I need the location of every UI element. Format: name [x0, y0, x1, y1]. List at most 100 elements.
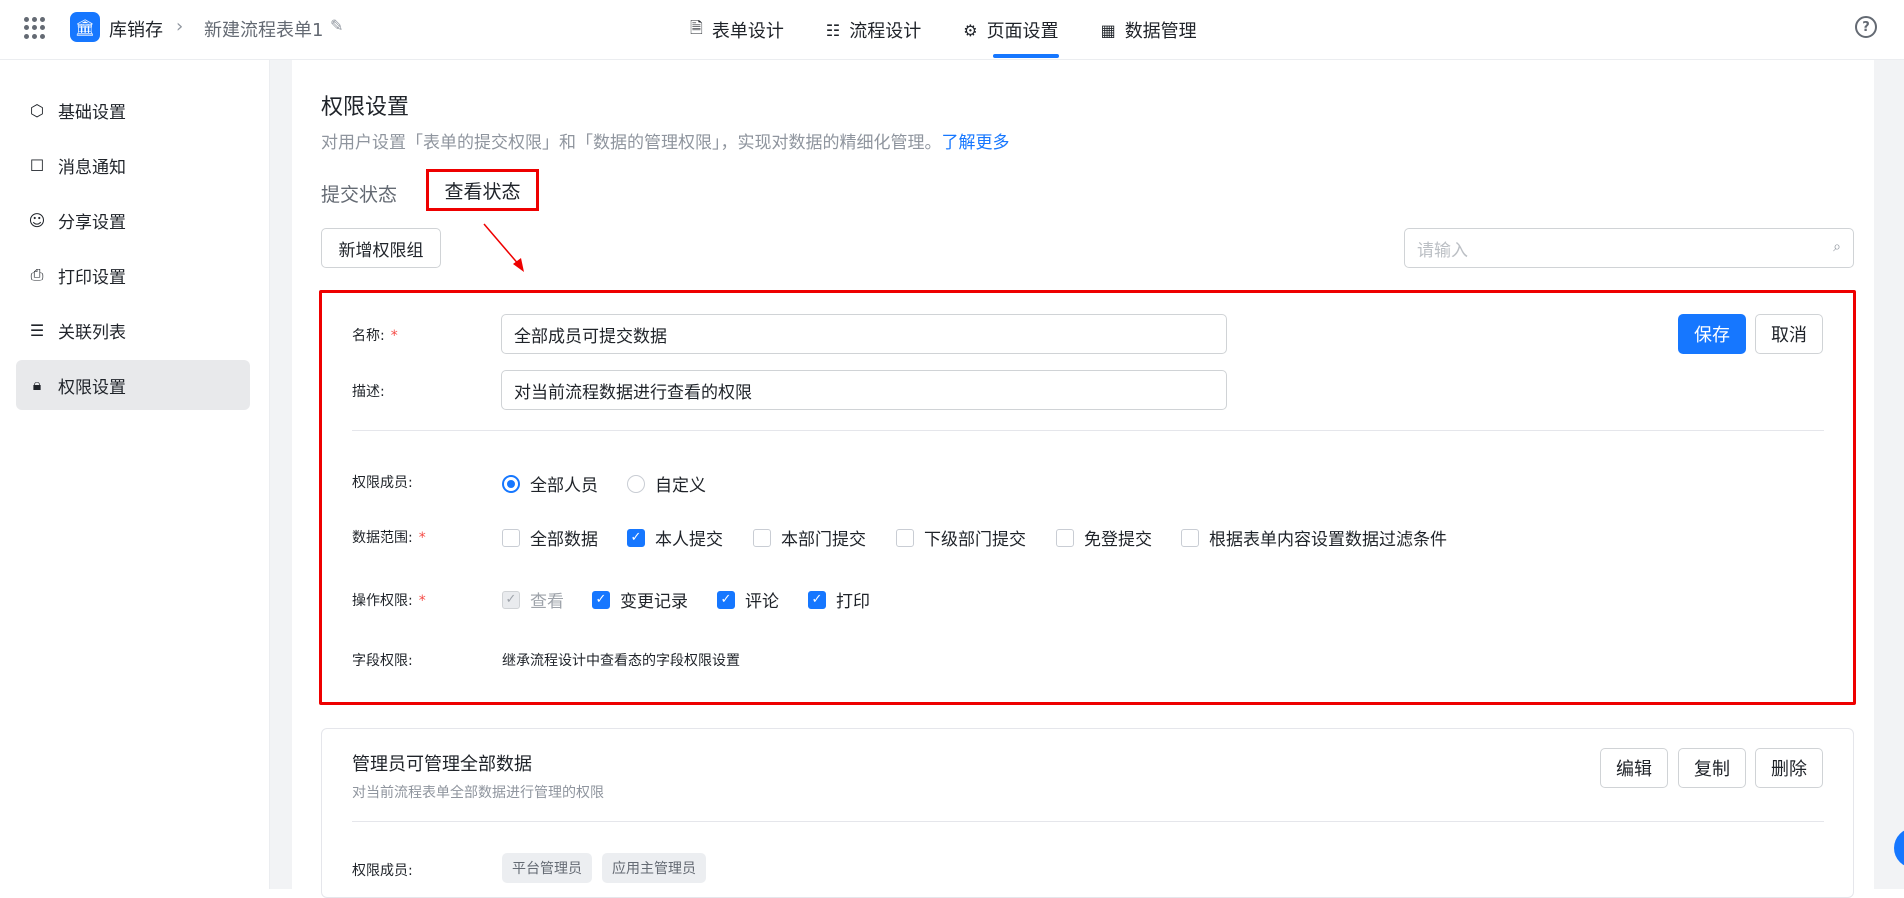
tab-submit-status[interactable]: 提交状态	[321, 180, 397, 207]
table-icon: ▦	[1100, 20, 1116, 40]
tab-label: 页面设置	[986, 21, 1059, 42]
checkbox-filter-by-form[interactable]: 根据表单内容设置数据过滤条件	[1181, 525, 1447, 550]
sidebar-item-label: 权限设置	[58, 377, 126, 398]
radio-unselected-icon	[627, 474, 645, 493]
checkbox-icon	[753, 528, 771, 547]
group-members-label: 权限成员:	[352, 863, 413, 879]
app-name[interactable]: 库销存	[109, 16, 163, 42]
checkbox-all-data[interactable]: 全部数据	[502, 525, 598, 550]
checkbox-subdept-submitted[interactable]: 下级部门提交	[896, 525, 1026, 550]
option-label: 打印	[836, 592, 870, 612]
group-description: 对当前流程表单全部数据进行管理的权限	[352, 785, 604, 801]
tab-label: 数据管理	[1124, 21, 1197, 42]
annotation-arrow	[483, 223, 524, 272]
cube-icon: ⬡	[30, 100, 44, 120]
tab-flow-design[interactable]: ☷ 流程设计	[826, 0, 921, 60]
sidebar-item-notification[interactable]: ☐ 消息通知	[16, 140, 250, 190]
divider	[352, 821, 1824, 822]
app-grid-icon[interactable]	[24, 17, 46, 39]
edit-button[interactable]: 编辑	[1600, 748, 1668, 788]
page-title: 权限设置	[321, 95, 410, 120]
sidebar-item-label: 关联列表	[58, 322, 126, 343]
option-label: 下级部门提交	[924, 530, 1026, 550]
bank-icon: 🏛	[70, 12, 100, 42]
checkbox-checked-icon: ✓	[808, 590, 826, 609]
name-value: 全部成员可提交数据	[514, 326, 667, 347]
sidebar: ⬡ 基础设置 ☐ 消息通知 ☺ 分享设置 ⎙ 打印设置 ☰ 关联列表 🔒︎ 权限…	[0, 60, 270, 889]
search-placeholder: 请输入	[1417, 240, 1468, 261]
sidebar-item-label: 打印设置	[58, 267, 126, 288]
printer-icon: ⎙	[30, 265, 44, 284]
description-input[interactable]: 对当前流程数据进行查看的权限	[501, 370, 1227, 410]
member-tag: 应用主管理员	[602, 853, 706, 883]
option-label: 自定义	[655, 476, 706, 496]
option-label: 本人提交	[655, 530, 723, 550]
option-label: 全部数据	[530, 530, 598, 550]
tab-label: 查看状态	[444, 180, 521, 203]
sidebar-item-permissions[interactable]: 🔒︎ 权限设置	[16, 360, 250, 410]
form-name: 新建流程表单1	[204, 20, 324, 41]
checkbox-self-submitted[interactable]: ✓ 本人提交	[627, 525, 723, 550]
radio-selected-icon	[502, 474, 520, 493]
name-input[interactable]: 全部成员可提交数据	[501, 314, 1227, 354]
search-input[interactable]: 请输入 ⌕	[1404, 228, 1854, 268]
scope-label: 数据范围: *	[352, 527, 426, 547]
required-mark: *	[418, 530, 426, 546]
checkbox-print[interactable]: ✓ 打印	[808, 587, 870, 612]
edit-icon[interactable]: ✎	[330, 16, 343, 35]
form-icon: 🗎	[690, 17, 703, 37]
copy-button[interactable]: 复制	[1678, 748, 1746, 788]
checkbox-change-log[interactable]: ✓ 变更记录	[592, 587, 688, 612]
tab-label: 流程设计	[849, 21, 922, 42]
top-tabs: 🗎 表单设计 ☷ 流程设计 ⚙ 页面设置 ▦ 数据管理	[690, 0, 1239, 60]
content-gutter-right	[1874, 60, 1904, 889]
option-label: 免登提交	[1084, 530, 1152, 550]
sidebar-item-share[interactable]: ☺ 分享设置	[16, 195, 250, 245]
field-permission-label: 字段权限:	[352, 653, 413, 669]
help-icon[interactable]: ?	[1855, 16, 1877, 38]
checkbox-comment[interactable]: ✓ 评论	[717, 587, 779, 612]
label-text: 数据范围:	[352, 530, 413, 546]
top-bar: 🏛 库销存 › 新建流程表单1 ✎ 🗎 表单设计 ☷ 流程设计 ⚙ 页面设置 ▦…	[0, 0, 1904, 60]
option-label: 全部人员	[530, 476, 598, 496]
checkbox-icon	[1056, 528, 1074, 547]
tab-page-settings[interactable]: ⚙ 页面设置	[963, 0, 1059, 60]
sidebar-item-label: 消息通知	[58, 157, 126, 178]
member-tag: 平台管理员	[502, 853, 592, 883]
sidebar-item-print[interactable]: ⎙ 打印设置	[16, 250, 250, 300]
checkbox-icon	[502, 528, 520, 547]
checkbox-disabled-icon: ✓	[502, 590, 520, 609]
section-description: 对用户设置「表单的提交权限」和「数据的管理权限」，实现对数据的精细化管理。了解更…	[321, 128, 1010, 153]
content-gutter	[270, 60, 292, 889]
save-button[interactable]: 保存	[1678, 314, 1746, 354]
tab-label: 表单设计	[711, 21, 784, 42]
checkbox-icon	[896, 528, 914, 547]
tab-form-design[interactable]: 🗎 表单设计	[690, 0, 784, 60]
checkbox-dept-submitted[interactable]: 本部门提交	[753, 525, 866, 550]
sidebar-item-label: 分享设置	[58, 212, 126, 233]
checkbox-icon	[1181, 528, 1199, 547]
tab-data-management[interactable]: ▦ 数据管理	[1101, 0, 1197, 60]
gear-icon: ⚙	[963, 20, 978, 40]
radio-all-members[interactable]: 全部人员	[502, 471, 598, 496]
desc-label: 描述:	[352, 384, 385, 400]
checkbox-checked-icon: ✓	[592, 590, 610, 609]
required-mark: *	[390, 328, 398, 344]
list-icon: ☰	[29, 320, 45, 340]
checkbox-checked-icon: ✓	[717, 590, 735, 609]
checkbox-checked-icon: ✓	[627, 528, 645, 547]
add-permission-group-button[interactable]: 新增权限组	[321, 228, 441, 268]
learn-more-link[interactable]: 了解更多	[942, 133, 1010, 153]
label-text: 名称:	[352, 328, 385, 344]
option-label: 查看	[530, 592, 564, 612]
sidebar-item-related-list[interactable]: ☰ 关联列表	[16, 305, 250, 355]
tab-view-status[interactable]: 查看状态	[426, 169, 539, 211]
radio-custom[interactable]: 自定义	[627, 471, 706, 496]
cancel-button[interactable]: 取消	[1755, 314, 1823, 354]
checkbox-anonymous-submitted[interactable]: 免登提交	[1056, 525, 1152, 550]
option-label: 本部门提交	[781, 530, 866, 550]
name-label: 名称: *	[352, 325, 398, 345]
flow-icon: ☷	[825, 20, 841, 40]
sidebar-item-basic[interactable]: ⬡ 基础设置	[16, 85, 250, 135]
delete-button[interactable]: 删除	[1755, 748, 1823, 788]
